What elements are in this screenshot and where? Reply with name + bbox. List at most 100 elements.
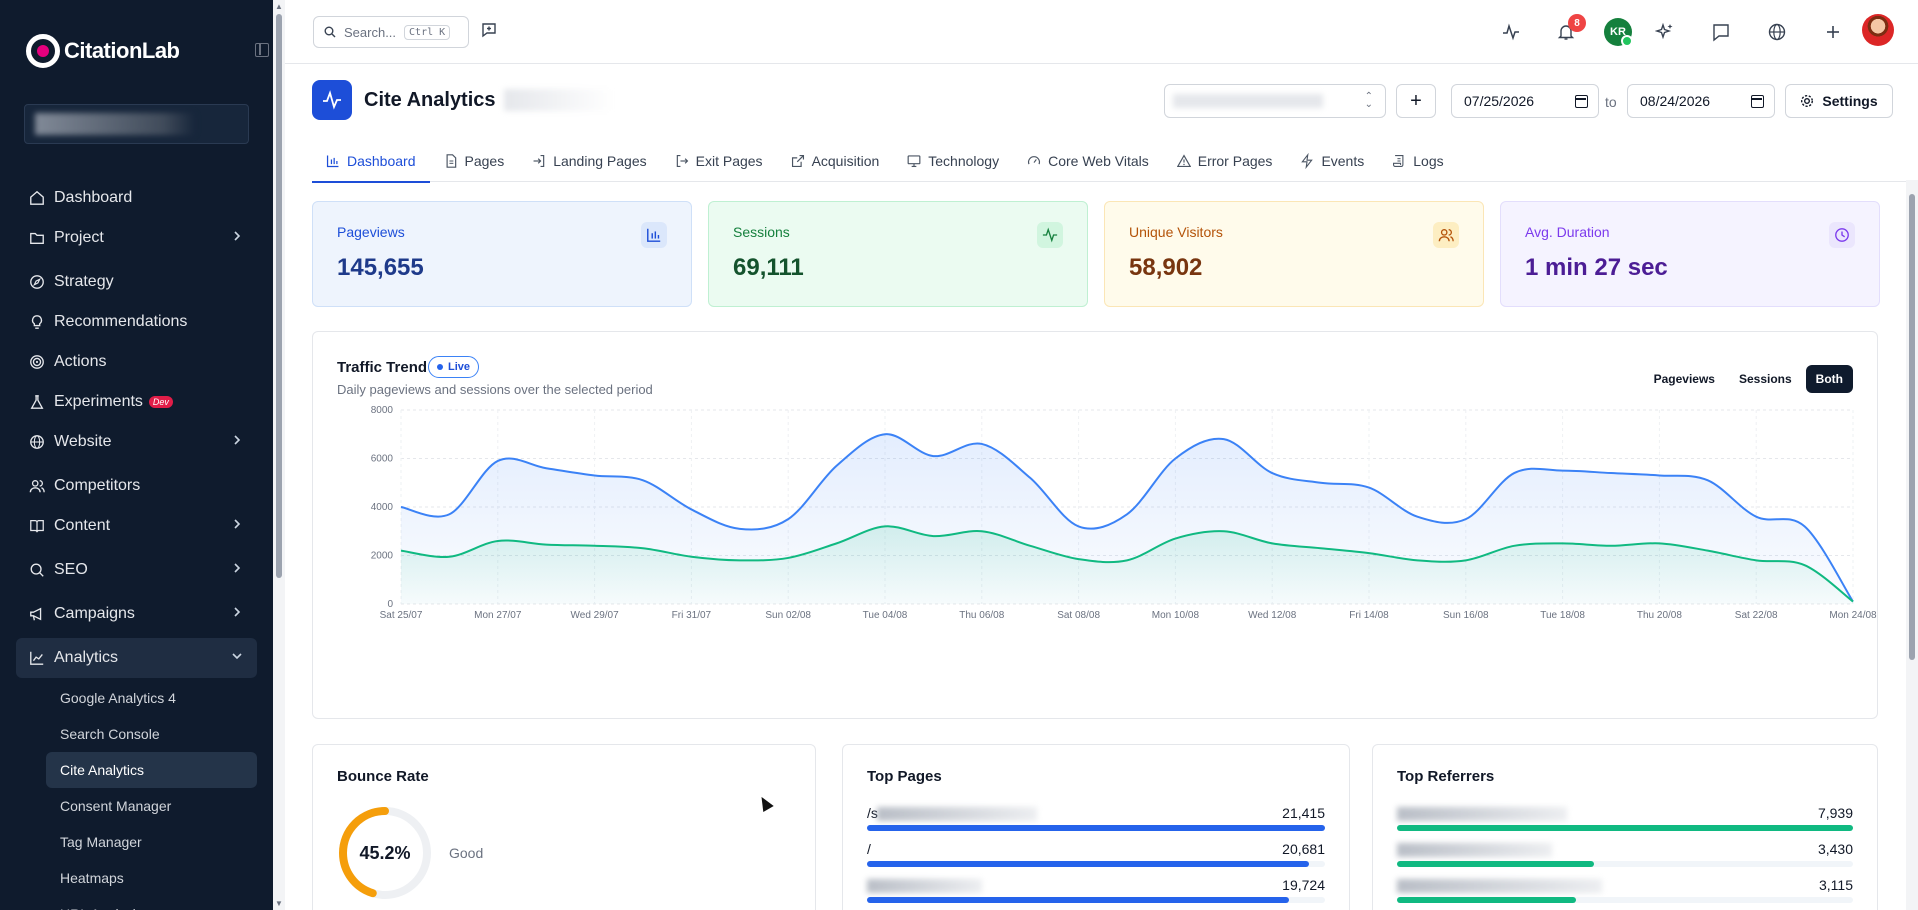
list-item[interactable]: 7,939 xyxy=(1397,805,1853,841)
top-bar: Search... Ctrl K 8 KR xyxy=(285,0,1918,64)
kpi-label: Sessions xyxy=(733,224,790,240)
logo-icon xyxy=(26,34,60,68)
chevron-right-icon[interactable] xyxy=(231,606,243,621)
y-tick-label: 2000 xyxy=(371,551,394,562)
sidebar-item-content[interactable]: Content xyxy=(16,506,257,546)
subnav-item-url-analysis[interactable]: URL Analysis xyxy=(46,896,257,910)
add-site-button[interactable]: + xyxy=(1396,84,1436,118)
chat-icon[interactable] xyxy=(1711,22,1731,42)
tab-logs[interactable]: Logs xyxy=(1378,140,1457,182)
subnav-item-tag-manager[interactable]: Tag Manager xyxy=(46,824,257,860)
toggle-both[interactable]: Both xyxy=(1805,365,1853,393)
traffic-chart: 0 2000 4000 6000 8000 Sat 25/07 Mon 27/07 Wed 2… xyxy=(371,405,1877,621)
bounce-value: 45.2% xyxy=(359,842,411,863)
calendar-icon[interactable] xyxy=(1575,95,1588,108)
x-tick-label: Fri 31/07 xyxy=(672,610,712,621)
tab-events[interactable]: Events xyxy=(1286,140,1378,182)
tab-acquisition[interactable]: Acquisition xyxy=(777,140,894,182)
plus-icon: + xyxy=(1410,89,1422,112)
x-tick-label: Thu 06/08 xyxy=(959,610,1004,621)
chevron-right-icon[interactable] xyxy=(231,518,243,533)
scrollbar-thumb[interactable] xyxy=(276,14,282,578)
sidebar-scrollbar[interactable]: ▲ ▼ xyxy=(273,0,285,910)
scrollbar-thumb[interactable] xyxy=(1909,194,1915,660)
top-pages-list: /s 21,415/ 20,681 19,724 xyxy=(867,805,1325,910)
sidebar-item-label: Experiments xyxy=(54,393,143,410)
sidebar-item-label: Dashboard xyxy=(54,189,133,206)
sidebar-item-analytics[interactable]: Analytics xyxy=(16,638,257,678)
chevron-right-icon[interactable] xyxy=(231,562,243,577)
calendar-icon[interactable] xyxy=(1751,95,1764,108)
list-item[interactable]: / 20,681 xyxy=(867,841,1325,877)
tab-landing-pages[interactable]: Landing Pages xyxy=(518,140,660,182)
sidebar-item-strategy[interactable]: Strategy xyxy=(16,262,257,302)
project-selector[interactable] xyxy=(24,104,249,144)
tab-pages[interactable]: Pages xyxy=(430,140,519,182)
x-tick-label: Sat 08/08 xyxy=(1057,610,1100,621)
sidebar-item-recommendations[interactable]: Recommendations xyxy=(16,302,257,342)
date-from-input[interactable]: 07/25/2026 xyxy=(1451,84,1599,118)
collapse-sidebar-icon[interactable] xyxy=(255,43,269,57)
site-selector[interactable]: ⌃ ⌄ xyxy=(1164,84,1386,118)
row-value: 3,430 xyxy=(1817,841,1853,857)
subnav-item-consent-manager[interactable]: Consent Manager xyxy=(46,788,257,824)
activity-icon[interactable] xyxy=(1501,22,1521,42)
globe-icon[interactable] xyxy=(1767,22,1787,42)
toggle-pageviews[interactable]: Pageviews xyxy=(1644,365,1725,393)
scroll-down-icon[interactable]: ▼ xyxy=(275,899,283,908)
sidebar-item-actions[interactable]: Actions xyxy=(16,342,257,382)
scroll-up-icon[interactable]: ▲ xyxy=(275,2,283,11)
subnav-item-heatmaps[interactable]: Heatmaps xyxy=(46,860,257,896)
globe-icon xyxy=(28,433,46,451)
list-item[interactable]: 3,115 xyxy=(1397,877,1853,910)
plus-icon[interactable] xyxy=(1823,22,1843,42)
sidebar-item-campaigns[interactable]: Campaigns xyxy=(16,594,257,634)
top-referrers-title: Top Referrers xyxy=(1397,768,1495,785)
subnav-item-search-console[interactable]: Search Console xyxy=(46,716,257,752)
search-input[interactable]: Search... Ctrl K xyxy=(313,16,469,48)
sidebar-item-experiments[interactable]: Experiments Dev xyxy=(16,382,257,422)
list-item[interactable]: 3,430 xyxy=(1397,841,1853,877)
tab-core-web-vitals[interactable]: Core Web Vitals xyxy=(1013,140,1163,182)
chevron-right-icon[interactable] xyxy=(231,434,243,449)
main-content: Cite Analytics ⌃ ⌄ + 07/25/2026 to 08/24/… xyxy=(285,64,1918,910)
y-tick-label: 6000 xyxy=(371,454,394,465)
user-avatar-initials[interactable]: KR xyxy=(1604,18,1633,47)
feedback-icon[interactable] xyxy=(481,22,497,38)
toggle-sessions[interactable]: Sessions xyxy=(1729,365,1802,393)
settings-button[interactable]: Settings xyxy=(1785,84,1893,118)
main-scrollbar[interactable] xyxy=(1906,180,1918,910)
notifications-button[interactable]: 8 xyxy=(1556,14,1586,42)
list-item[interactable]: 19,724 xyxy=(867,877,1325,910)
chevron-right-icon[interactable] xyxy=(231,230,243,245)
tab-technology[interactable]: Technology xyxy=(893,140,1013,182)
tab-dashboard[interactable]: Dashboard xyxy=(312,140,430,183)
dev-badge: Dev xyxy=(148,396,173,408)
tab-error-pages[interactable]: Error Pages xyxy=(1163,140,1287,182)
sparkles-icon[interactable] xyxy=(1655,22,1675,42)
user-profile-avatar[interactable] xyxy=(1862,14,1894,46)
sidebar-item-seo[interactable]: SEO xyxy=(16,550,257,590)
megaphone-icon xyxy=(28,605,46,623)
subnav-item-google-analytics-4[interactable]: Google Analytics 4 xyxy=(46,680,257,716)
list-item[interactable]: /s 21,415 xyxy=(867,805,1325,841)
users-icon xyxy=(28,477,46,495)
row-value: 7,939 xyxy=(1817,805,1853,821)
subnav-item-cite-analytics[interactable]: Cite Analytics xyxy=(46,752,257,788)
chevron-down-icon[interactable] xyxy=(231,650,243,665)
sidebar-item-label: SEO xyxy=(54,561,88,578)
tab-exit-pages[interactable]: Exit Pages xyxy=(661,140,777,182)
kpi-label: Avg. Duration xyxy=(1525,224,1610,240)
brand-logo[interactable]: CitationLab xyxy=(26,34,180,68)
gauge-icon xyxy=(1027,154,1041,168)
sidebar-item-project[interactable]: Project xyxy=(16,218,257,258)
live-badge: Live xyxy=(428,356,480,378)
notification-badge: 8 xyxy=(1568,14,1586,32)
bar-track xyxy=(867,897,1325,903)
sidebar-item-website[interactable]: Website xyxy=(16,422,257,462)
date-to-input[interactable]: 08/24/2026 xyxy=(1627,84,1775,118)
page-title: Cite Analytics xyxy=(364,88,496,111)
sidebar-item-competitors[interactable]: Competitors xyxy=(16,466,257,506)
y-tick-label: 0 xyxy=(387,599,393,610)
sidebar-item-dashboard[interactable]: Dashboard xyxy=(16,178,257,218)
